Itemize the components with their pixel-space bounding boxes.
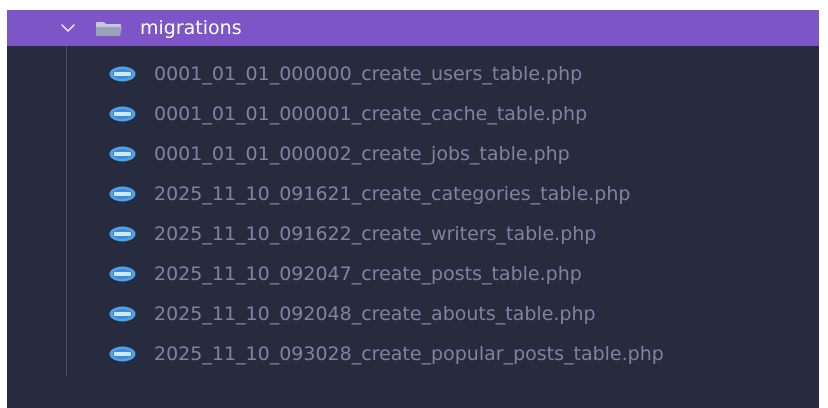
chevron-down-icon[interactable] bbox=[60, 20, 76, 36]
php-file-icon bbox=[109, 306, 136, 322]
file-name: 0001_01_01_000002_create_jobs_table.php bbox=[154, 143, 570, 165]
folder-row-migrations[interactable]: migrations bbox=[7, 10, 819, 46]
folder-name: migrations bbox=[140, 17, 242, 39]
php-file-icon bbox=[109, 186, 136, 202]
file-row[interactable]: 0001_01_01_000001_create_cache_table.php bbox=[7, 94, 819, 134]
file-name: 2025_11_10_091621_create_categories_tabl… bbox=[154, 183, 631, 205]
php-file-icon bbox=[109, 346, 136, 362]
php-file-icon bbox=[109, 266, 136, 282]
php-file-icon bbox=[109, 106, 136, 122]
file-name: 2025_11_10_093028_create_popular_posts_t… bbox=[154, 343, 664, 365]
file-row[interactable]: 0001_01_01_000000_create_users_table.php bbox=[7, 54, 819, 94]
php-file-icon bbox=[109, 66, 136, 82]
file-row[interactable]: 2025_11_10_092048_create_abouts_table.ph… bbox=[7, 294, 819, 334]
file-explorer-panel: migrations 0001_01_01_000000_create_user… bbox=[7, 10, 819, 408]
php-file-icon bbox=[109, 146, 136, 162]
file-name: 0001_01_01_000000_create_users_table.php bbox=[154, 63, 583, 85]
file-name: 2025_11_10_092047_create_posts_table.php bbox=[154, 263, 582, 285]
file-name: 2025_11_10_091622_create_writers_table.p… bbox=[154, 223, 597, 245]
file-row[interactable]: 0001_01_01_000002_create_jobs_table.php bbox=[7, 134, 819, 174]
folder-open-icon bbox=[96, 22, 122, 36]
file-row[interactable]: 2025_11_10_093028_create_popular_posts_t… bbox=[7, 334, 819, 374]
file-row[interactable]: 2025_11_10_091621_create_categories_tabl… bbox=[7, 174, 819, 214]
php-file-icon bbox=[109, 226, 136, 242]
file-name: 2025_11_10_092048_create_abouts_table.ph… bbox=[154, 303, 596, 325]
file-row[interactable]: 2025_11_10_092047_create_posts_table.php bbox=[7, 254, 819, 294]
file-name: 0001_01_01_000001_create_cache_table.php bbox=[154, 103, 588, 125]
file-row[interactable]: 2025_11_10_091622_create_writers_table.p… bbox=[7, 214, 819, 254]
